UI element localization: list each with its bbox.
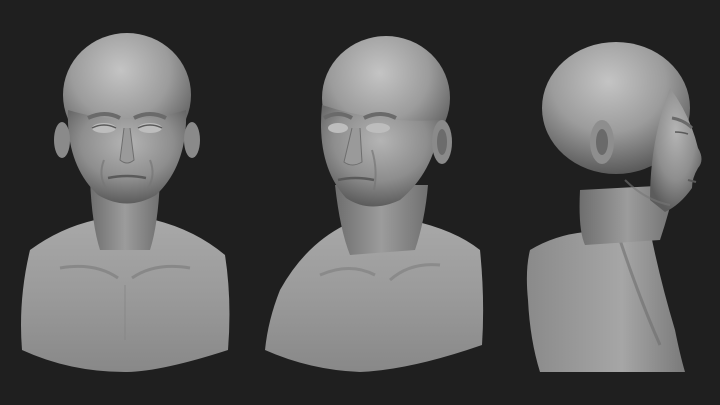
sculpt-bust-profile-icon: [526, 42, 702, 372]
sculpt-bust-three-quarter-icon: [265, 36, 484, 372]
render-stage: [0, 0, 720, 405]
sculpt-bust-front-icon: [21, 33, 230, 372]
bust-three-quarter-view: [250, 0, 500, 405]
bust-back: [526, 230, 685, 372]
bust-front-view: [0, 0, 250, 405]
bust-profile-view: [500, 0, 720, 405]
